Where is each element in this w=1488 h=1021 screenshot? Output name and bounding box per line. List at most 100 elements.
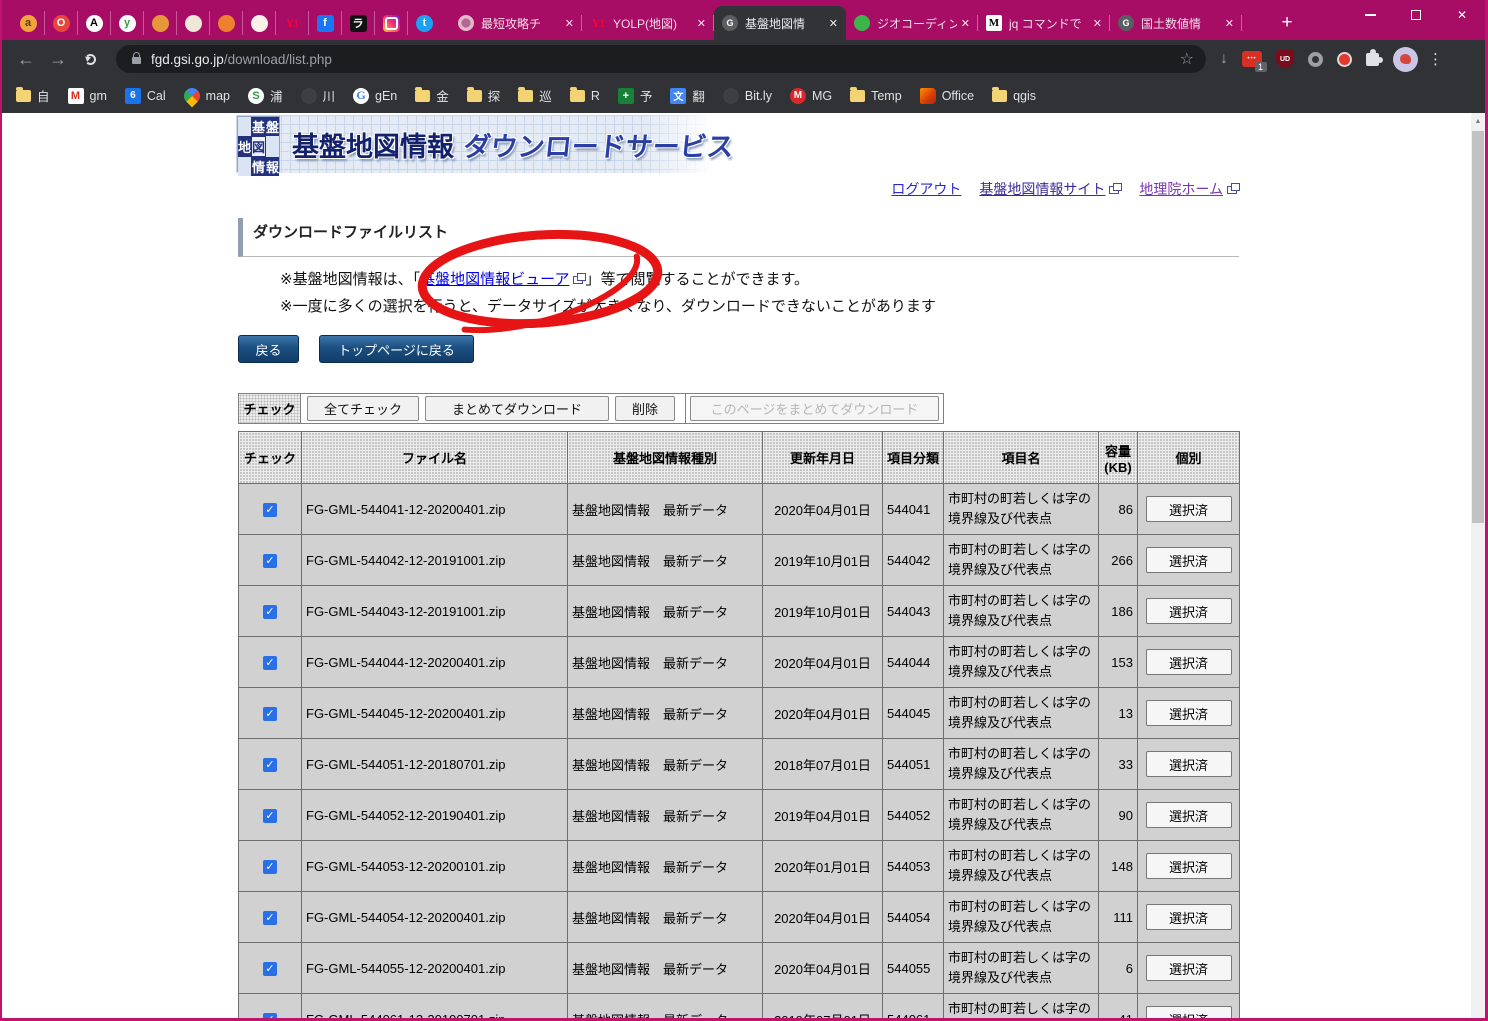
bookmark-翻[interactable]: 文翻 xyxy=(670,86,705,105)
row-checkbox[interactable]: ✓ xyxy=(263,1013,277,1018)
bookmark-探[interactable]: 探 xyxy=(467,86,501,105)
bookmark-浦[interactable]: S浦 xyxy=(248,86,283,105)
selected-button[interactable]: 選択済 xyxy=(1146,751,1232,777)
address-bar[interactable]: fgd.gsi.go.jp/download/list.php ☆ xyxy=(116,45,1206,73)
mega-icon: M xyxy=(790,88,806,104)
minimize-button[interactable] xyxy=(1347,0,1393,30)
new-tab-button[interactable]: + xyxy=(1274,10,1300,36)
page-scrollbar[interactable]: ▲ xyxy=(1471,113,1485,1018)
selected-button[interactable]: 選択済 xyxy=(1146,955,1232,981)
tab-基盤地図情[interactable]: G基盤地図情✕ xyxy=(714,6,846,40)
logout-link[interactable]: ログアウト xyxy=(891,181,961,197)
pinned-tab-plant-site[interactable]: y xyxy=(111,11,144,35)
extension-red-icon[interactable]: •••1 xyxy=(1242,51,1262,67)
tab-close-icon[interactable]: ✕ xyxy=(1093,17,1102,30)
bookmark-MG[interactable]: MMG xyxy=(790,88,832,104)
top-page-button[interactable]: トップページに戻る xyxy=(319,335,474,363)
pinned-tab-clock-site[interactable] xyxy=(243,11,276,35)
bookmark-予[interactable]: +予 xyxy=(618,86,653,105)
bookmark-qgis[interactable]: qgis xyxy=(992,89,1036,103)
extension-ring-icon[interactable] xyxy=(1308,52,1323,67)
pinned-tab-bird-avatar[interactable] xyxy=(210,11,243,35)
pinned-tab-a-site[interactable]: A xyxy=(78,11,111,35)
tab-ジオコーディン[interactable]: ジオコーディン✕ xyxy=(846,6,978,40)
radio-icon: ラ xyxy=(350,15,367,32)
delete-button[interactable]: 削除 xyxy=(615,396,675,421)
row-checkbox[interactable]: ✓ xyxy=(263,554,277,568)
extension-record-icon[interactable] xyxy=(1337,52,1352,67)
bookmark-map[interactable]: map xyxy=(184,88,230,104)
pinned-tab-twitter[interactable]: t xyxy=(408,11,441,35)
pinned-tab-shell-site[interactable] xyxy=(177,11,210,35)
tab-close-icon[interactable]: ✕ xyxy=(829,17,838,30)
selected-button[interactable]: 選択済 xyxy=(1146,1006,1232,1018)
selected-button[interactable]: 選択済 xyxy=(1146,547,1232,573)
pinned-tab-music-site[interactable]: a xyxy=(12,11,45,35)
back-icon[interactable]: ← xyxy=(10,49,42,70)
tab-国土数値情[interactable]: G国土数値情✕ xyxy=(1110,6,1242,40)
fgd-site-link[interactable]: 基盤地図情報サイト xyxy=(979,181,1105,197)
row-checkbox[interactable]: ✓ xyxy=(263,962,277,976)
reload-icon[interactable] xyxy=(74,49,106,70)
viewer-link[interactable]: 基盤地図情報ビューア xyxy=(420,271,569,288)
selected-button[interactable]: 選択済 xyxy=(1146,700,1232,726)
bookmark-金[interactable]: 金 xyxy=(415,86,449,105)
tab-close-icon[interactable]: ✕ xyxy=(565,17,574,30)
row-checkbox[interactable]: ✓ xyxy=(263,758,277,772)
bookmark-gEn[interactable]: GgEn xyxy=(353,88,397,104)
bookmark-巡[interactable]: 巡 xyxy=(518,86,552,105)
bookmark-gm[interactable]: Mgm xyxy=(68,88,107,104)
tab-close-icon[interactable]: ✕ xyxy=(1225,17,1234,30)
selected-button[interactable]: 選択済 xyxy=(1146,598,1232,624)
forward-icon[interactable]: → xyxy=(42,49,74,70)
bookmark-自[interactable]: 自 xyxy=(16,86,50,105)
check-all-button[interactable]: 全てチェック xyxy=(307,396,419,421)
row-checkbox[interactable]: ✓ xyxy=(263,707,277,721)
row-checkbox[interactable]: ✓ xyxy=(263,911,277,925)
scroll-up-arrow[interactable]: ▲ xyxy=(1471,113,1485,129)
cell-filename: FG-GML-544054-12-20200401.zip xyxy=(302,892,568,943)
bookmark-Cal[interactable]: 6Cal xyxy=(125,88,166,104)
tab-YOLP(地図)[interactable]: Y!YOLP(地図)✕ xyxy=(582,6,714,40)
close-window-button[interactable]: ✕ xyxy=(1439,0,1485,30)
pinned-tab-fox-avatar[interactable] xyxy=(144,11,177,35)
extension-ud-shield-icon[interactable]: UD xyxy=(1276,50,1294,68)
menu-kebab-icon[interactable]: ⋮ xyxy=(1428,50,1443,68)
row-checkbox[interactable]: ✓ xyxy=(263,860,277,874)
bookmark-川[interactable]: 川 xyxy=(301,86,336,105)
selected-button[interactable]: 選択済 xyxy=(1146,802,1232,828)
maximize-button[interactable] xyxy=(1393,0,1439,30)
selected-button[interactable]: 選択済 xyxy=(1146,904,1232,930)
gsi-home-link[interactable]: 地理院ホーム xyxy=(1139,181,1223,197)
download-icon[interactable]: ↓ xyxy=(1220,50,1228,68)
pinned-tab-facebook[interactable]: f xyxy=(309,11,342,35)
row-checkbox[interactable]: ✓ xyxy=(263,503,277,517)
pinned-tab-instagram[interactable] xyxy=(375,11,408,35)
selected-button[interactable]: 選択済 xyxy=(1146,853,1232,879)
bookmark-Bit.ly[interactable]: Bit.ly xyxy=(723,88,772,104)
tab-close-icon[interactable]: ✕ xyxy=(961,17,970,30)
selected-button[interactable]: 選択済 xyxy=(1146,496,1232,522)
back-page-button[interactable]: 戻る xyxy=(238,335,299,363)
bulk-download-button[interactable]: まとめてダウンロード xyxy=(425,396,609,421)
bookmark-R[interactable]: R xyxy=(570,89,600,103)
pinned-tab-radio[interactable]: ラ xyxy=(342,11,375,35)
bookmark-star-icon[interactable]: ☆ xyxy=(1180,49,1194,69)
pinned-tab-yahoo[interactable]: Y! xyxy=(276,11,309,35)
bookmark-Office[interactable]: Office xyxy=(920,88,974,104)
tab-jq コマンドで[interactable]: Mjq コマンドで✕ xyxy=(978,6,1110,40)
scrollbar-thumb[interactable] xyxy=(1472,131,1484,523)
cell-date: 2020年04月01日 xyxy=(763,892,883,943)
url-text[interactable]: fgd.gsi.go.jp/download/list.php xyxy=(151,52,1180,67)
lock-icon[interactable] xyxy=(132,57,141,64)
row-checkbox[interactable]: ✓ xyxy=(263,656,277,670)
pinned-tab-power-site[interactable]: O xyxy=(45,11,78,35)
row-checkbox[interactable]: ✓ xyxy=(263,605,277,619)
profile-avatar[interactable] xyxy=(1393,47,1418,72)
tab-最短攻略チ[interactable]: 最短攻略チ✕ xyxy=(450,6,582,40)
row-checkbox[interactable]: ✓ xyxy=(263,809,277,823)
extensions-puzzle-icon[interactable] xyxy=(1366,53,1379,66)
bookmark-Temp[interactable]: Temp xyxy=(850,89,902,103)
tab-close-icon[interactable]: ✕ xyxy=(697,17,706,30)
selected-button[interactable]: 選択済 xyxy=(1146,649,1232,675)
